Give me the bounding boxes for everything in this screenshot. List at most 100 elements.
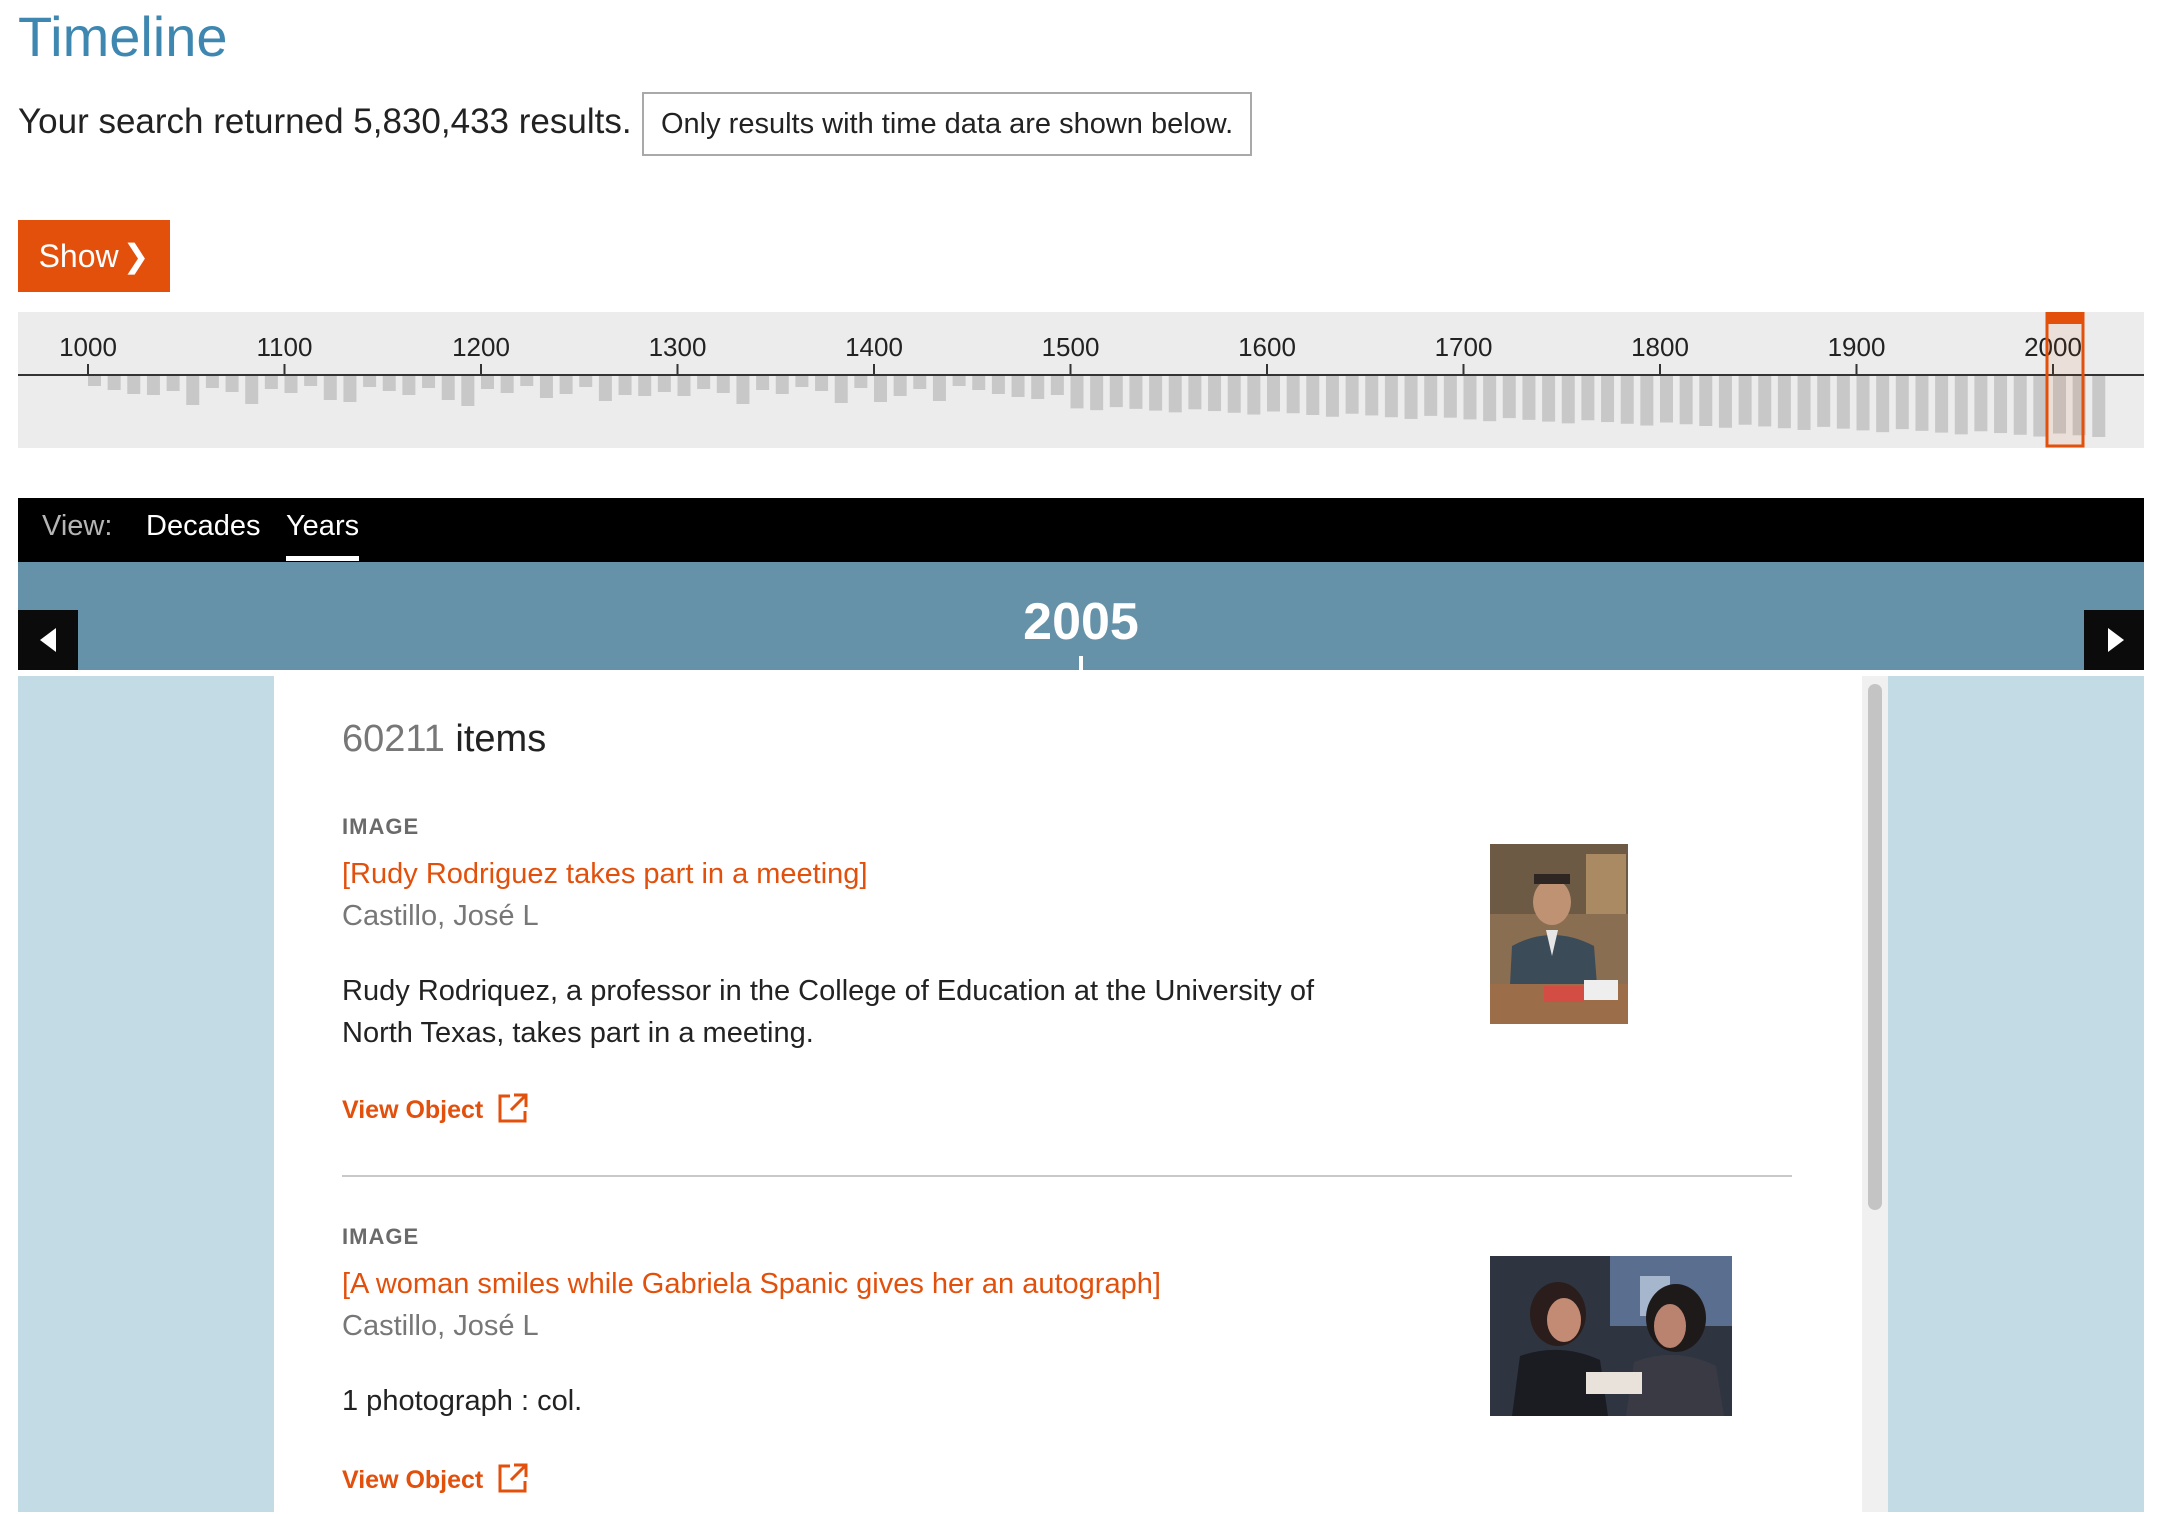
histogram-bar (186, 376, 200, 405)
histogram-bar (225, 376, 239, 392)
tab-years-label: Years (286, 510, 360, 542)
histogram-bar (88, 376, 101, 386)
histogram-bar (539, 376, 553, 398)
histogram-bar (1954, 376, 1968, 435)
histogram-bar (1090, 376, 1104, 411)
histogram-bar (775, 376, 789, 394)
histogram-bar (402, 376, 416, 395)
histogram-bar (716, 376, 730, 393)
histogram-bar (1070, 376, 1084, 409)
histogram-bar (363, 376, 377, 387)
histogram-bar (1227, 376, 1241, 413)
histogram-bar (2013, 376, 2027, 435)
histogram-bar (1679, 376, 1693, 425)
histogram-bar (205, 376, 219, 388)
histogram-bar (382, 376, 396, 391)
result-creator: Castillo, José L (342, 900, 539, 932)
histogram-bar (107, 376, 121, 390)
histogram-bar (736, 376, 750, 404)
histogram-bar (638, 376, 652, 396)
items-count-label: items (444, 718, 547, 760)
histogram-tick-label: 1600 (1238, 332, 1296, 362)
histogram-bar (559, 376, 573, 394)
histogram-bar (1994, 376, 2008, 434)
histogram-bar (579, 376, 593, 387)
histogram-bar (1915, 376, 1929, 431)
external-link-icon (497, 1092, 529, 1131)
histogram-bar (264, 376, 278, 389)
histogram-bar (2033, 376, 2047, 437)
histogram-bar (1758, 376, 1772, 427)
show-button[interactable]: Show ❯ (18, 220, 170, 292)
histogram-bar (1463, 376, 1477, 420)
histogram-bar (127, 376, 141, 394)
histogram-bar (1502, 376, 1516, 419)
result-description: 1 photograph : col. (342, 1385, 583, 1417)
page-title: Timeline (18, 5, 228, 68)
histogram-tick-label: 1400 (845, 332, 903, 362)
items-count-number: 60211 (342, 718, 445, 760)
histogram-chart: 1000 1100 1200 1300 1400 1500 1600 1700 1800 1900… (18, 312, 2144, 448)
histogram-bar (1935, 376, 1949, 433)
year-header: 2005 (18, 562, 2144, 670)
histogram-tick-label: 1700 (1435, 332, 1493, 362)
histogram-bar (1109, 376, 1123, 408)
previous-year-button[interactable] (18, 610, 78, 670)
histogram-bar (1699, 376, 1713, 426)
selected-decade-cap (2047, 312, 2083, 324)
histogram-bar (598, 376, 612, 401)
view-object-link[interactable]: View Object (342, 1092, 529, 1131)
scrollbar-thumb[interactable] (1868, 684, 1882, 1210)
tab-decades[interactable]: Decades (146, 510, 260, 543)
view-object-link[interactable]: View Object (342, 1462, 529, 1501)
histogram-bar (913, 376, 927, 389)
histogram-bar (2092, 376, 2106, 437)
result-thumbnail[interactable] (1490, 1256, 1732, 1416)
histogram-bar (1777, 376, 1791, 429)
timeline-page: Timeline Your search returned 5,830,433 … (0, 0, 2162, 1512)
histogram-tick-label: 1200 (452, 332, 510, 362)
histogram-tick-label: 1800 (1631, 332, 1689, 362)
histogram-bar (1404, 376, 1418, 419)
histogram-bar (795, 376, 809, 387)
view-object-label: View Object (342, 1096, 484, 1125)
histogram-bar (874, 376, 887, 402)
timeline-histogram[interactable]: 1000 1100 1200 1300 1400 1500 1600 1700 1800 1900… (18, 312, 2144, 448)
histogram-bar (893, 376, 907, 396)
histogram-bar (245, 376, 259, 404)
histogram-bar (520, 376, 534, 386)
result-title-link[interactable]: [Rudy Rodriguez takes part in a meeting] (342, 858, 868, 891)
histogram-bar (323, 376, 337, 400)
histogram-bar (1542, 376, 1556, 422)
histogram-bar (1306, 376, 1320, 415)
histogram-tick-label: 1900 (1828, 332, 1886, 362)
selected-decade-handle[interactable] (2045, 312, 2085, 448)
histogram-bar (284, 376, 298, 393)
result-description: Rudy Rodriquez, a professor in the Colle… (342, 975, 1315, 1049)
histogram-tick-label: 1000 (59, 332, 117, 362)
current-year: 2005 (1023, 593, 1139, 651)
histogram-bar (1168, 376, 1182, 413)
next-year-button[interactable] (2084, 610, 2144, 670)
histogram-bar (1895, 376, 1909, 430)
view-object-label: View Object (342, 1466, 484, 1495)
histogram-bar (1384, 376, 1398, 418)
histogram-bar (1581, 376, 1595, 421)
histogram-bar (343, 376, 357, 402)
histogram-bar (1817, 376, 1831, 427)
result-title-link[interactable]: [A woman smiles while Gabriela Spanic gi… (342, 1268, 1161, 1301)
histogram-bar (1286, 376, 1300, 414)
histogram-bar (854, 376, 868, 388)
result-thumbnail[interactable] (1490, 844, 1628, 1024)
histogram-bar (1149, 376, 1163, 411)
result-creator: Castillo, José L (342, 1310, 539, 1342)
tab-years[interactable]: Years (286, 510, 360, 561)
photo-thumbnail-meeting (1490, 844, 1628, 1024)
histogram-bar (991, 376, 1005, 394)
histogram-bar (815, 376, 829, 391)
histogram-bar (1797, 376, 1811, 430)
view-label: View: (42, 510, 113, 542)
histogram-bar (618, 376, 632, 395)
histogram-bar (1522, 376, 1536, 420)
histogram-bar (952, 376, 966, 386)
